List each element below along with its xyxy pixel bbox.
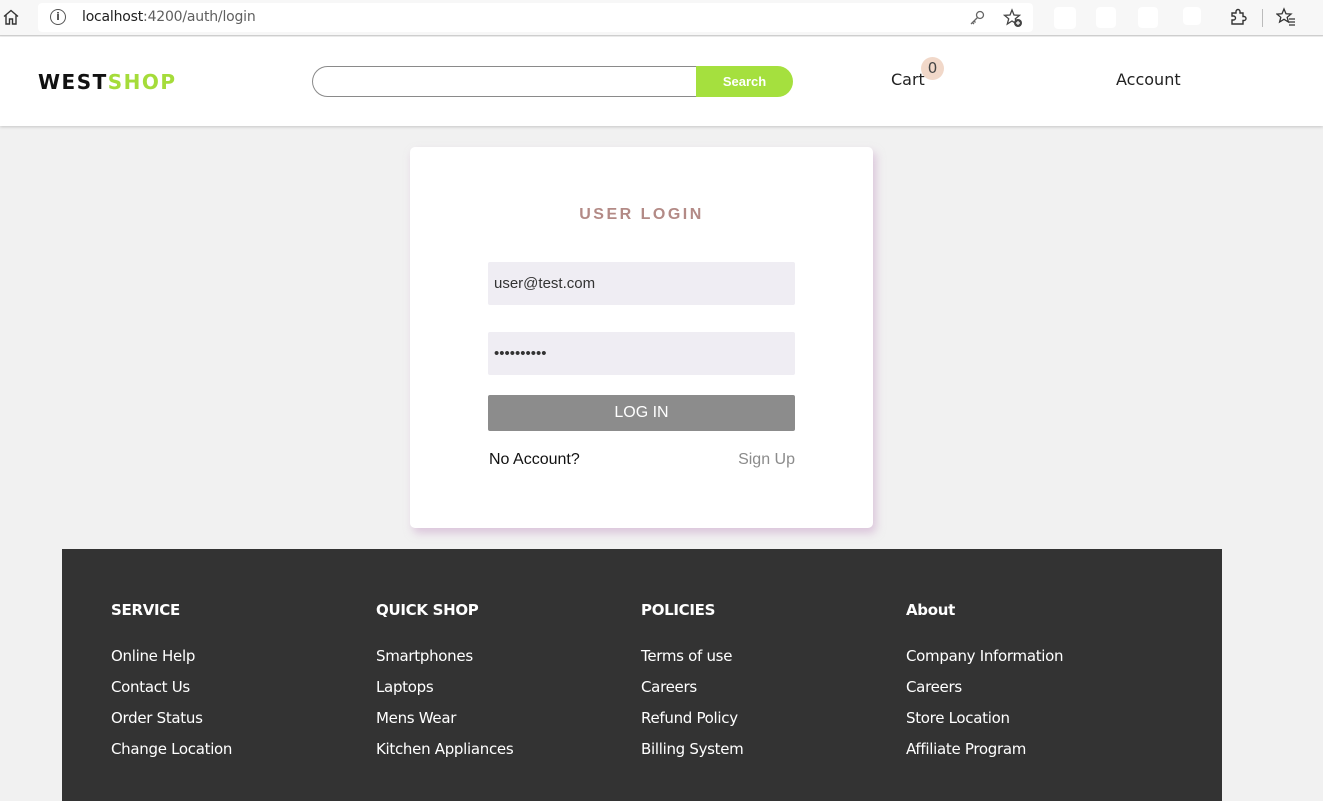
- cart-link[interactable]: Cart: [891, 70, 925, 89]
- toolbar-divider: [1262, 9, 1263, 27]
- footer-link[interactable]: Mens Wear: [376, 709, 626, 740]
- footer-heading: POLICIES: [641, 601, 716, 619]
- search-button[interactable]: Search: [696, 66, 793, 97]
- footer-column-quick-shop: QUICK SHOP Smartphones Laptops Mens Wear…: [376, 601, 626, 771]
- logo-west: WEST: [38, 70, 108, 94]
- browser-toolbar: i localhost:4200/auth/login: [0, 0, 1323, 36]
- footer: SERVICE Online Help Contact Us Order Sta…: [62, 549, 1222, 801]
- footer-link[interactable]: Smartphones: [376, 647, 626, 678]
- footer-heading: QUICK SHOP: [376, 601, 479, 619]
- footer-link-list: Smartphones Laptops Mens Wear Kitchen Ap…: [376, 647, 626, 771]
- footer-link[interactable]: Store Location: [906, 709, 1156, 740]
- footer-link-list: Company Information Careers Store Locati…: [906, 647, 1156, 771]
- login-card: USER LOGIN LOG IN No Account? Sign Up: [410, 147, 873, 528]
- add-favorite-icon[interactable]: [1003, 8, 1023, 28]
- footer-link-list: Online Help Contact Us Order Status Chan…: [111, 647, 361, 771]
- footer-link[interactable]: Careers: [641, 678, 891, 709]
- url-host: localhost: [82, 9, 144, 25]
- footer-link[interactable]: Online Help: [111, 647, 361, 678]
- footer-heading: SERVICE: [111, 601, 180, 619]
- login-button[interactable]: LOG IN: [488, 395, 795, 431]
- account-link[interactable]: Account: [1116, 70, 1181, 89]
- footer-link-list: Terms of use Careers Refund Policy Billi…: [641, 647, 891, 771]
- logo[interactable]: WESTSHOP: [38, 70, 177, 94]
- extensions-icon[interactable]: [1228, 7, 1248, 27]
- footer-link[interactable]: Affiliate Program: [906, 740, 1156, 771]
- footer-heading: About: [906, 601, 956, 619]
- footer-link[interactable]: Billing System: [641, 740, 891, 771]
- search-input[interactable]: [312, 66, 697, 97]
- footer-column-about: About Company Information Careers Store …: [906, 601, 1156, 771]
- footer-link[interactable]: Contact Us: [111, 678, 361, 709]
- password-field[interactable]: [488, 332, 795, 375]
- home-icon[interactable]: [2, 8, 20, 26]
- footer-link[interactable]: Change Location: [111, 740, 361, 771]
- footer-link[interactable]: Kitchen Appliances: [376, 740, 626, 771]
- email-field[interactable]: [488, 262, 795, 305]
- no-account-text: No Account?: [489, 451, 580, 468]
- footer-link[interactable]: Terms of use: [641, 647, 891, 678]
- login-title: USER LOGIN: [579, 206, 704, 223]
- extension-icon[interactable]: [1183, 7, 1201, 25]
- extension-icon[interactable]: [1096, 7, 1116, 28]
- key-icon[interactable]: [968, 9, 986, 27]
- signup-link[interactable]: Sign Up: [738, 451, 795, 469]
- footer-link[interactable]: Laptops: [376, 678, 626, 709]
- footer-link[interactable]: Order Status: [111, 709, 361, 740]
- footer-link[interactable]: Company Information: [906, 647, 1156, 678]
- footer-column-service: SERVICE Online Help Contact Us Order Sta…: [111, 601, 361, 771]
- logo-shop: SHOP: [107, 70, 177, 94]
- cart-count-badge: 0: [921, 57, 944, 80]
- footer-column-policies: POLICIES Terms of use Careers Refund Pol…: [641, 601, 891, 771]
- address-bar[interactable]: i localhost:4200/auth/login: [38, 3, 1033, 32]
- footer-link[interactable]: Refund Policy: [641, 709, 891, 740]
- url-text[interactable]: localhost:4200/auth/login: [82, 9, 256, 25]
- favorites-icon[interactable]: [1276, 7, 1296, 27]
- extension-icon[interactable]: [1054, 7, 1076, 29]
- url-path: :4200/auth/login: [143, 9, 256, 25]
- footer-link[interactable]: Careers: [906, 678, 1156, 709]
- site-header: WESTSHOP Search Cart 0 Account: [0, 37, 1323, 126]
- info-icon[interactable]: i: [50, 9, 66, 25]
- extension-icon[interactable]: [1138, 7, 1158, 28]
